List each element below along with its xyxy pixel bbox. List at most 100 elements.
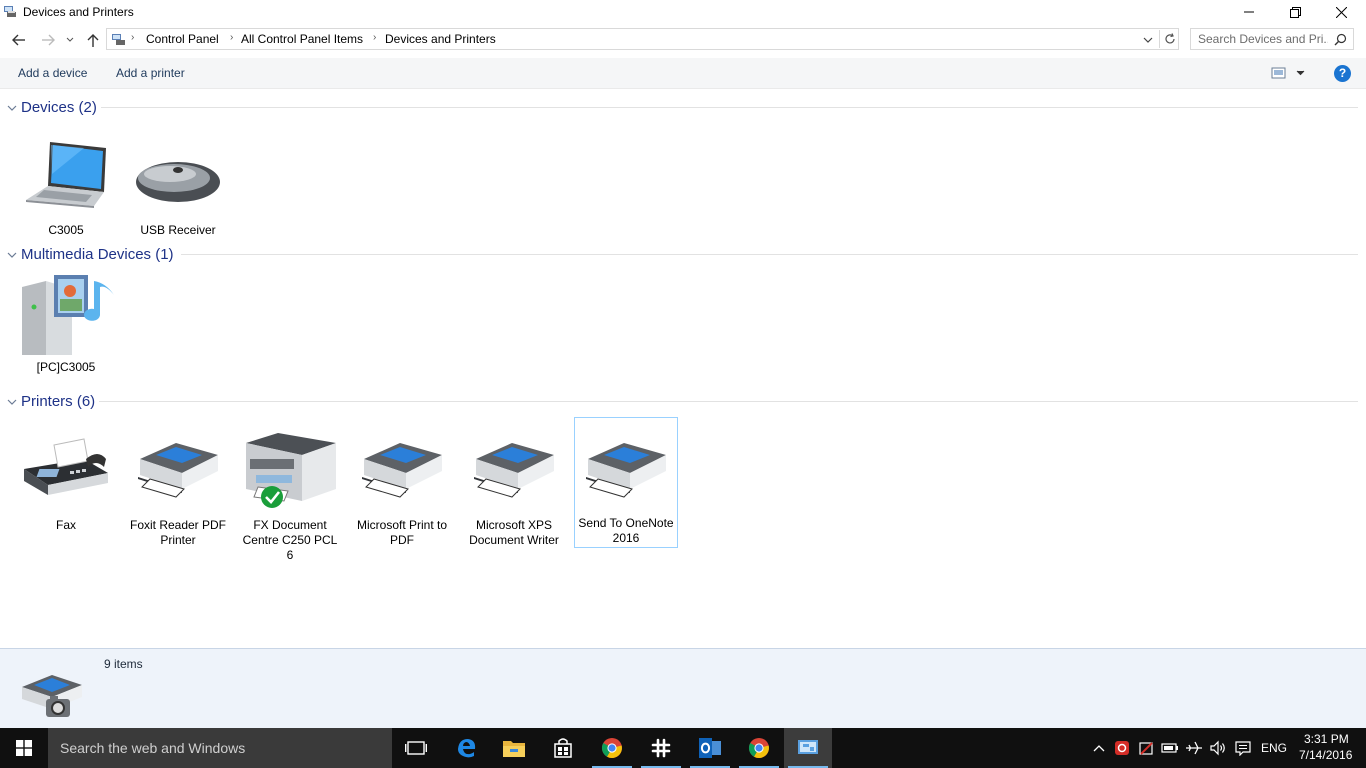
file-explorer-icon	[503, 741, 525, 757]
slack-icon	[651, 738, 671, 758]
task-view-button[interactable]	[392, 728, 440, 768]
group-printers-header[interactable]: Printers (6)	[0, 392, 1366, 412]
airplane-mode-icon	[1186, 741, 1202, 755]
close-button[interactable]	[1318, 0, 1364, 24]
edge-taskbar-button[interactable]	[442, 728, 490, 768]
printer-fx-document-centre[interactable]: FX Document Centre C250 PCL 6	[238, 429, 342, 562]
chevron-down-icon	[7, 252, 17, 258]
printer-icon	[138, 443, 218, 498]
breadcrumb-separator: ›	[131, 32, 135, 43]
group-multimedia-header[interactable]: Multimedia Devices (1)	[0, 245, 1366, 265]
taskbar-search-input[interactable]: Search the web and Windows	[48, 728, 392, 768]
printer-foxit-reader-pdf[interactable]: Foxit Reader PDF Printer	[126, 429, 230, 547]
group-title: Printers (6)	[21, 393, 96, 410]
device-pc-c3005[interactable]: [PC]C3005	[14, 271, 118, 385]
lastpass-icon	[1115, 741, 1129, 755]
chevron-down-icon[interactable]	[1141, 33, 1155, 47]
printer-label: Send To OneNote 2016	[578, 516, 674, 545]
up-button[interactable]	[83, 30, 103, 50]
printer-microsoft-xps-writer[interactable]: Microsoft XPS Document Writer	[462, 429, 566, 547]
breadcrumb-all-items[interactable]: All Control Panel Items	[241, 32, 363, 46]
edge-icon	[458, 739, 476, 758]
taskbar-search-placeholder: Search the web and Windows	[60, 740, 246, 756]
printer-send-to-onenote[interactable]: Send To OneNote 2016	[574, 417, 678, 548]
clock-time[interactable]: 3:31 PM	[1304, 732, 1349, 746]
add-printer-button[interactable]: Add a printer	[116, 66, 185, 80]
device-usb-receiver[interactable]: USB Receiver	[126, 134, 230, 238]
back-button[interactable]	[9, 30, 29, 50]
refresh-button[interactable]	[1159, 30, 1179, 48]
group-divider	[99, 401, 1358, 402]
printer-icon	[474, 443, 554, 498]
tray-app-button-2[interactable]	[1136, 728, 1156, 768]
devices-printers-taskbar-button[interactable]	[784, 728, 832, 768]
group-divider	[101, 107, 1358, 108]
chrome-taskbar-button[interactable]	[588, 728, 636, 768]
add-device-button[interactable]: Add a device	[18, 66, 87, 80]
tray-app-button[interactable]	[1112, 728, 1132, 768]
title-bar[interactable]: Devices and Printers	[0, 0, 1366, 24]
store-taskbar-button[interactable]	[539, 728, 587, 768]
windows-logo-icon	[16, 740, 32, 756]
chrome-taskbar-button-2[interactable]	[735, 728, 783, 768]
chevron-down-icon	[66, 37, 74, 42]
chevron-down-icon	[7, 105, 17, 111]
taskbar: Search the web and Windows ENG 3:31 PM 7…	[0, 728, 1366, 768]
printer-label: FX Document Centre C250 PCL 6	[242, 518, 338, 562]
notification-icon	[1235, 741, 1251, 756]
command-bar: Add a device Add a printer ?	[0, 58, 1366, 89]
breadcrumb-control-panel[interactable]: Control Panel	[146, 32, 219, 46]
arrow-up-icon	[87, 34, 99, 47]
outlook-icon	[699, 738, 721, 758]
tray-tool-icon	[1139, 742, 1153, 755]
group-title: Multimedia Devices (1)	[21, 246, 174, 263]
speaker-icon	[1210, 740, 1225, 756]
item-count: 9 items	[104, 657, 143, 671]
help-button[interactable]: ?	[1334, 65, 1351, 82]
store-icon	[554, 738, 572, 758]
breadcrumb-devices-printers[interactable]: Devices and Printers	[385, 32, 496, 46]
devices-printers-icon	[4, 6, 16, 17]
restore-button[interactable]	[1272, 0, 1318, 24]
battery-button[interactable]	[1160, 728, 1180, 768]
group-divider	[181, 254, 1358, 255]
printer-microsoft-print-to-pdf[interactable]: Microsoft Print to PDF	[350, 429, 454, 547]
address-bar[interactable]: › Control Panel › All Control Panel Item…	[106, 28, 1179, 50]
chevron-down-icon	[7, 399, 17, 405]
breadcrumb-separator: ›	[373, 32, 377, 43]
control-panel-icon	[112, 34, 125, 45]
outlook-taskbar-button[interactable]	[686, 728, 734, 768]
device-label: C3005	[48, 223, 84, 237]
clock-date[interactable]: 7/14/2016	[1299, 748, 1352, 762]
devices-printers-icon	[798, 740, 818, 754]
group-devices-header[interactable]: Devices (2)	[0, 98, 1366, 118]
input-language[interactable]: ENG	[1261, 741, 1287, 755]
action-center-button[interactable]	[1232, 728, 1254, 768]
chrome-icon	[601, 738, 622, 758]
arrow-left-icon	[12, 34, 25, 46]
device-label: USB Receiver	[140, 223, 216, 237]
task-view-icon	[405, 741, 427, 755]
network-button[interactable]	[1184, 728, 1204, 768]
chrome-icon	[748, 738, 769, 758]
printer-label: Microsoft Print to PDF	[356, 518, 448, 547]
slack-taskbar-button[interactable]	[637, 728, 685, 768]
mouse-icon	[136, 162, 220, 202]
volume-button[interactable]	[1208, 728, 1228, 768]
group-title: Devices (2)	[21, 99, 97, 116]
default-check-icon	[261, 486, 283, 508]
file-explorer-taskbar-button[interactable]	[490, 728, 538, 768]
device-c3005[interactable]: C3005	[14, 134, 118, 238]
minimize-button[interactable]	[1226, 0, 1272, 24]
recent-locations-button[interactable]	[62, 30, 78, 50]
devices-and-printers-window: Devices and Printers › Control Panel › A…	[0, 0, 1366, 728]
start-button[interactable]	[0, 728, 48, 768]
printer-fax[interactable]: Fax	[14, 429, 118, 533]
refresh-icon	[1164, 33, 1175, 44]
change-view-button[interactable]	[1270, 65, 1306, 81]
show-hidden-icons-button[interactable]	[1090, 728, 1108, 768]
devices-printers-icon	[22, 675, 82, 717]
search-input[interactable]: Search Devices and Pri...	[1190, 28, 1354, 50]
forward-button[interactable]	[38, 30, 58, 50]
printer-icon	[586, 443, 666, 498]
